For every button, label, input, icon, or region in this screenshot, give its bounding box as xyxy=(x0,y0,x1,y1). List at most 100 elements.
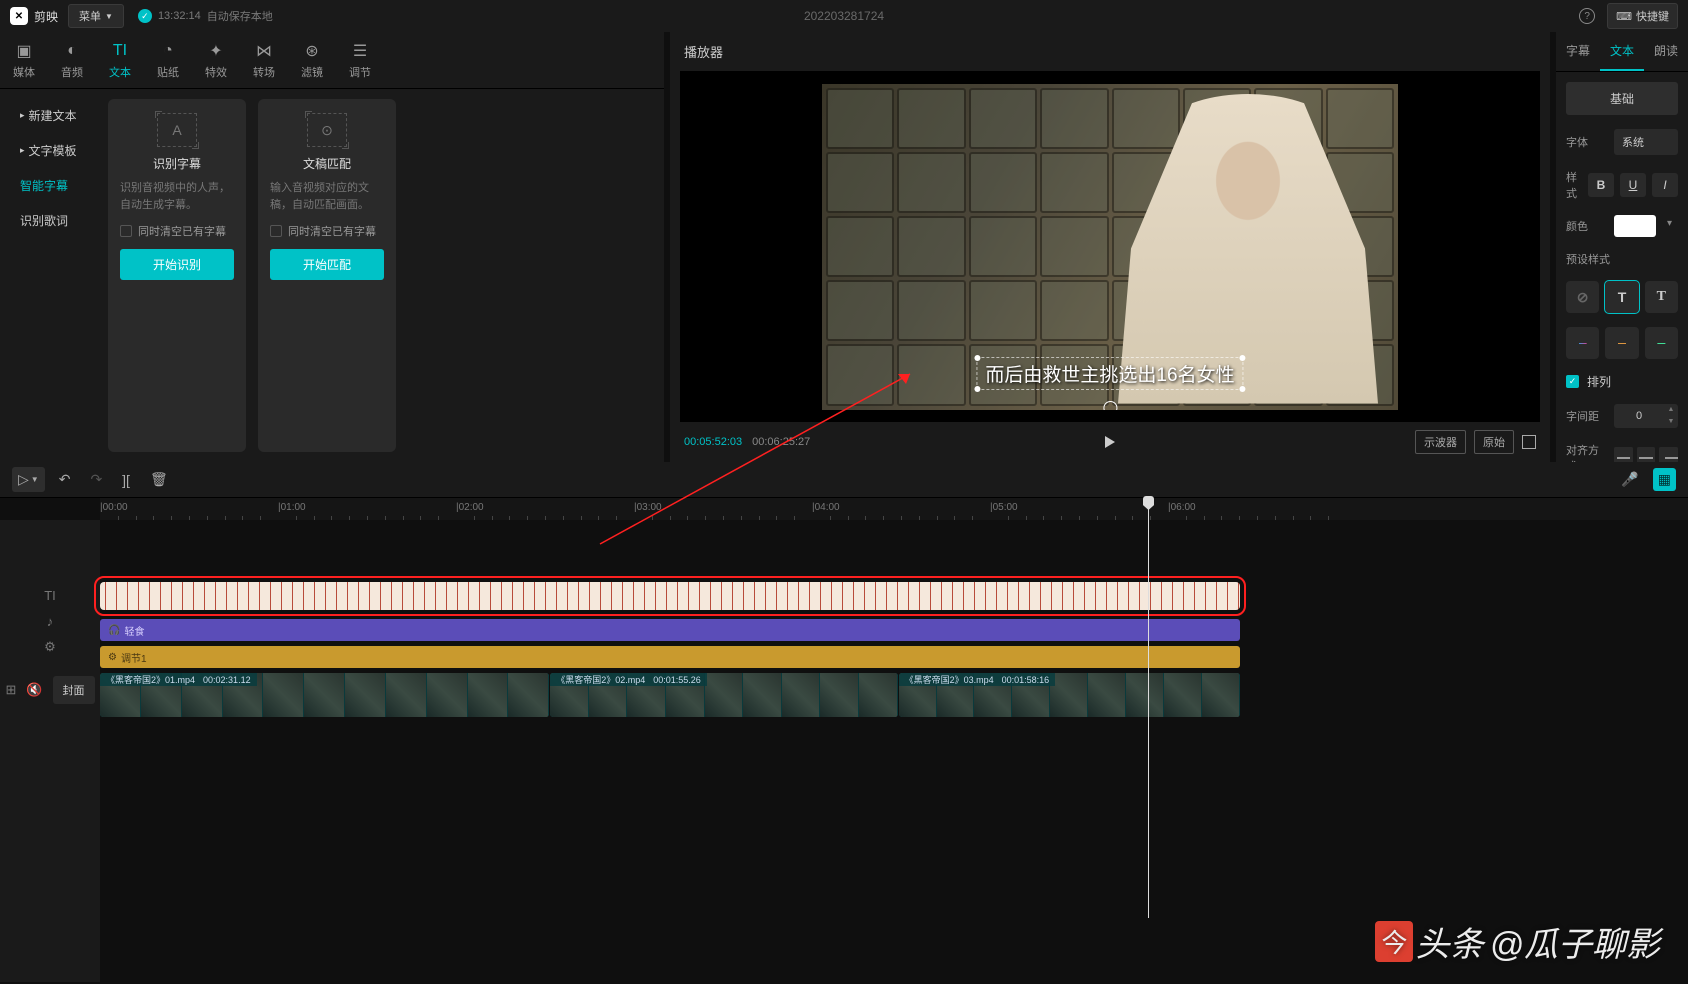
adjust-icon: ⚙ xyxy=(108,652,117,663)
fullscreen-icon[interactable] xyxy=(1522,435,1536,449)
sidebar-item[interactable]: 智能字幕 xyxy=(10,169,100,202)
card-title: 文稿匹配 xyxy=(303,155,351,172)
align-left-button[interactable] xyxy=(1614,447,1633,462)
inspector-tab[interactable]: 字幕 xyxy=(1556,32,1600,71)
bold-button[interactable]: B xyxy=(1588,173,1614,197)
project-title: 202203281724 xyxy=(804,9,884,23)
video-track[interactable]: 《黑客帝国2》01.mp400:02:31.12 《黑客帝国2》02.mp400:… xyxy=(100,673,1240,717)
card-action-button[interactable]: 开始识别 xyxy=(120,249,234,280)
preset-style[interactable]: — xyxy=(1566,327,1599,359)
nav-icon: ◔ xyxy=(144,40,192,62)
card-action-button[interactable]: 开始匹配 xyxy=(270,249,384,280)
checkbox[interactable] xyxy=(120,225,132,237)
text-track-icon[interactable]: TI xyxy=(0,582,100,608)
shortcut-button[interactable]: ⌨快捷键 xyxy=(1607,3,1678,29)
subtitle-overlay[interactable]: 而后由救世主挑选出16名女性 xyxy=(976,357,1243,390)
nav-tab-特效[interactable]: ✦特效 xyxy=(192,40,240,80)
video-clip[interactable]: 《黑客帝国2》02.mp400:01:55.26 xyxy=(550,673,897,717)
resize-handle[interactable] xyxy=(974,386,980,392)
spacing-input[interactable]: 0 ▲▼ xyxy=(1614,404,1678,428)
arrange-label: 排列 xyxy=(1587,373,1611,390)
check-icon: ✓ xyxy=(138,9,152,23)
cover-button[interactable]: 封面 xyxy=(53,676,95,704)
app-logo: ✕ xyxy=(10,7,28,25)
mic-button[interactable]: 🎤 xyxy=(1615,467,1644,492)
video-clip[interactable]: 《黑客帝国2》01.mp400:02:31.12 xyxy=(100,673,549,717)
checkbox[interactable] xyxy=(270,225,282,237)
step-down-icon[interactable]: ▼ xyxy=(1664,416,1678,428)
preset-style[interactable]: T xyxy=(1605,281,1638,313)
audio-track-icon[interactable]: ♪ xyxy=(0,608,100,634)
style-label: 样式 xyxy=(1566,169,1580,201)
menu-button[interactable]: 菜单▼ xyxy=(68,4,124,28)
preset-style[interactable]: T xyxy=(1645,281,1678,313)
nav-tab-调节[interactable]: ☰调节 xyxy=(336,40,384,80)
italic-button[interactable]: I xyxy=(1652,173,1678,197)
split-button[interactable]: ][ xyxy=(116,468,136,492)
sidebar-item[interactable]: ▸文字模板 xyxy=(10,134,100,167)
original-button[interactable]: 原始 xyxy=(1474,430,1514,454)
clip-header: 《黑客帝国2》03.mp400:01:58:16 xyxy=(899,673,1056,686)
card-description: 识别音视频中的人声，自动生成字幕。 xyxy=(120,180,234,213)
basic-button[interactable]: 基础 xyxy=(1566,82,1678,115)
card-icon: A xyxy=(157,113,197,147)
mute-icon[interactable]: 🔇 xyxy=(26,682,42,698)
nav-tab-滤镜[interactable]: ⊛滤镜 xyxy=(288,40,336,80)
nav-tab-文本[interactable]: TI文本 xyxy=(96,40,144,80)
clip-header: 《黑客帝国2》01.mp400:02:31.12 xyxy=(100,673,257,686)
undo-button[interactable]: ↶ xyxy=(53,467,77,492)
app-name: 剪映 xyxy=(34,8,58,25)
nav-tab-转场[interactable]: ⋈转场 xyxy=(240,40,288,80)
nav-tab-贴纸[interactable]: ◔贴纸 xyxy=(144,40,192,80)
playhead[interactable] xyxy=(1148,498,1149,918)
play-button[interactable] xyxy=(1105,436,1115,448)
preset-style[interactable]: — xyxy=(1645,327,1678,359)
step-up-icon[interactable]: ▲ xyxy=(1664,404,1678,416)
autosave-status: ✓ 13:32:14 自动保存本地 xyxy=(138,8,273,24)
sidebar-item[interactable]: 识别歌词 xyxy=(10,204,100,237)
align-center-button[interactable] xyxy=(1637,447,1656,462)
player-title: 播放器 xyxy=(670,32,1550,71)
nav-icon: ◐ xyxy=(48,40,96,62)
font-select[interactable]: 系统 xyxy=(1614,129,1678,155)
color-swatch[interactable] xyxy=(1614,215,1656,237)
rotate-handle[interactable] xyxy=(1103,401,1117,410)
resize-handle[interactable] xyxy=(974,355,980,361)
inspector-tab[interactable]: 文本 xyxy=(1600,32,1644,71)
align-right-button[interactable] xyxy=(1659,447,1678,462)
inspector-tab[interactable]: 朗读 xyxy=(1644,32,1688,71)
redo-button[interactable]: ↷ xyxy=(84,467,108,492)
nav-icon: ⋈ xyxy=(240,40,288,62)
lock-icon[interactable]: ⊞ xyxy=(5,682,16,698)
ruler-tick: |01:00 xyxy=(278,502,306,513)
nav-tab-音频[interactable]: ◐音频 xyxy=(48,40,96,80)
timecode-current: 00:05:52:03 xyxy=(684,436,742,448)
font-label: 字体 xyxy=(1566,134,1606,150)
preset-style[interactable]: — xyxy=(1605,327,1638,359)
ruler-tick: |02:00 xyxy=(456,502,484,513)
card-checkbox-row[interactable]: 同时清空已有字幕 xyxy=(270,223,376,239)
toggle-button[interactable]: ▦ xyxy=(1653,468,1676,491)
preset-none[interactable]: ⊘ xyxy=(1566,281,1599,313)
sidebar-item[interactable]: ▸新建文本 xyxy=(10,99,100,132)
subtitle-clips[interactable] xyxy=(100,582,1240,610)
video-viewport[interactable]: 而后由救世主挑选出16名女性 xyxy=(680,71,1540,422)
underline-button[interactable]: U xyxy=(1620,173,1646,197)
adjust-track-icon[interactable]: ⚙ xyxy=(0,634,100,660)
arrange-checkbox[interactable]: ✓ xyxy=(1566,375,1579,388)
ruler-tick: |05:00 xyxy=(990,502,1018,513)
color-label: 颜色 xyxy=(1566,218,1606,234)
subtitle-track[interactable] xyxy=(100,582,1680,614)
help-icon[interactable]: ? xyxy=(1579,8,1595,24)
adjust-track[interactable]: ⚙调节1 xyxy=(100,646,1240,668)
ruler-tick: |03:00 xyxy=(634,502,662,513)
timeline-ruler[interactable]: |00:00|01:00|02:00|03:00|04:00|05:00|06:… xyxy=(100,498,1688,520)
scope-button[interactable]: 示波器 xyxy=(1415,430,1466,454)
card-checkbox-row[interactable]: 同时清空已有字幕 xyxy=(120,223,226,239)
nav-tab-媒体[interactable]: ▣媒体 xyxy=(0,40,48,80)
align-label: 对齐方式 xyxy=(1566,442,1606,462)
audio-track[interactable]: 🎧轻食 xyxy=(100,619,1240,641)
video-clip[interactable]: 《黑客帝国2》03.mp400:01:58:16 xyxy=(899,673,1240,717)
cursor-tool[interactable]: ▷▼ xyxy=(12,467,45,492)
delete-button[interactable]: 🗑 xyxy=(144,467,174,492)
